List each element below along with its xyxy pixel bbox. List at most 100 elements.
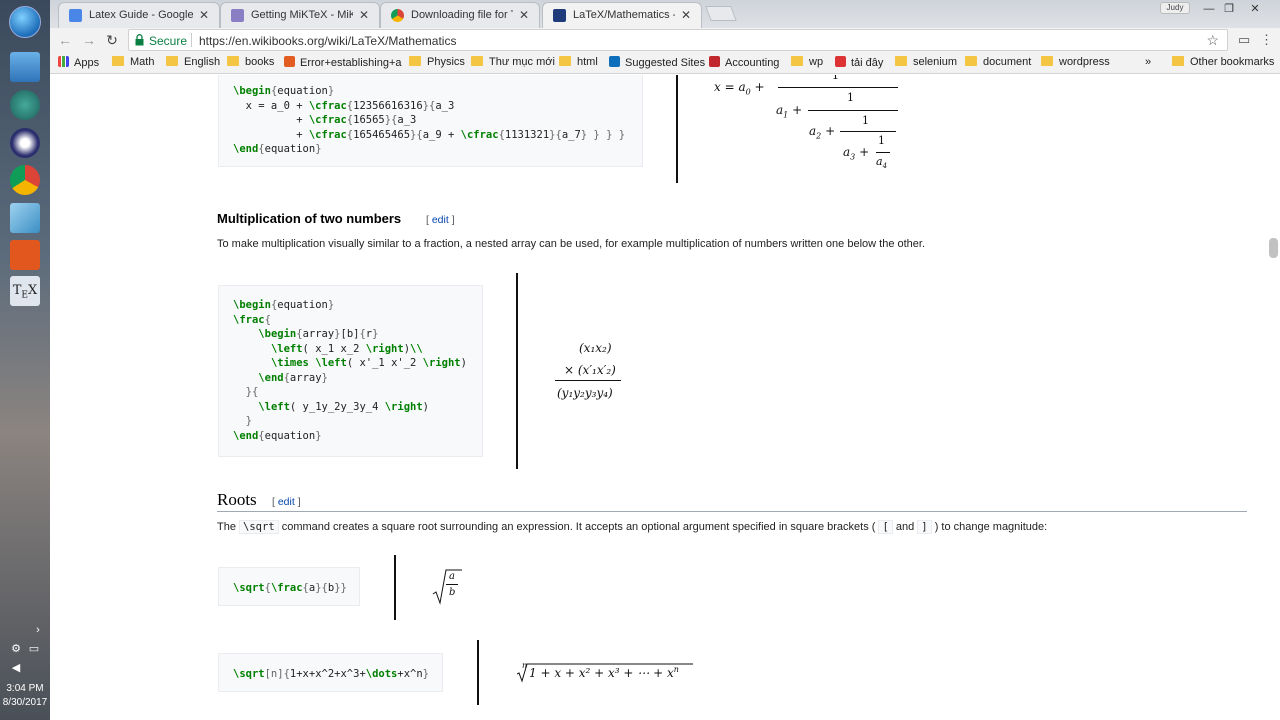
tab-title: Getting MiKTeX - MiKTeX <box>251 9 353 21</box>
bookmark-selenium[interactable]: selenium <box>895 56 957 68</box>
file-explorer-icon[interactable] <box>10 52 40 82</box>
bookmark-wp[interactable]: wp <box>791 56 823 68</box>
menu-icon[interactable]: ⋮ <box>1260 32 1273 48</box>
show-hidden-icons-icon[interactable]: › <box>32 624 44 636</box>
tab-title: Latex Guide - Google Tài <box>89 9 193 21</box>
bookmark-label: document <box>983 56 1032 68</box>
restore-icon[interactable]: ❐ <box>1220 2 1238 16</box>
eclipse-icon[interactable] <box>10 128 40 158</box>
download-site-icon <box>835 56 846 67</box>
bookmark-label: tải đây <box>851 57 884 69</box>
address-bar[interactable]: Secure https://en.wikibooks.org/wiki/LaT… <box>128 29 1228 51</box>
forward-arrow-icon[interactable]: → <box>80 31 98 49</box>
edit-link-roots[interactable]: [ edit ] <box>272 496 301 508</box>
bookmark-other-bookmarks[interactable]: Other bookmarks <box>1172 56 1274 68</box>
browser-toolbar: ← → ↻ Secure https://en.wikibooks.org/wi… <box>50 28 1280 52</box>
display-icon[interactable]: ▭ <box>28 643 40 655</box>
close-tab-icon[interactable]: ✕ <box>359 8 369 22</box>
code-line: \left( x_1 x_2 \right)\\ <box>270 342 423 355</box>
lock-icon <box>135 34 144 46</box>
url-text[interactable]: https://en.wikibooks.org/wiki/LaTeX/Math… <box>199 34 456 48</box>
bookmark-html[interactable]: html <box>559 56 598 68</box>
cast-icon[interactable]: ▭ <box>1238 32 1250 48</box>
volume-icon[interactable]: ◀ <box>10 662 22 674</box>
table-divider <box>516 273 518 469</box>
back-arrow-icon[interactable]: ← <box>56 31 74 49</box>
math-a4: a4 <box>876 155 888 171</box>
network-icon[interactable]: ⚙ <box>10 643 22 655</box>
code-line: \begin{array}[b]{r} <box>258 328 379 340</box>
code-block-sqrt-frac: \sqrt{\frac{a}{b}} <box>218 567 360 606</box>
math-numerator: 1 <box>847 91 854 104</box>
bookmarks-overflow-button[interactable]: » <box>1145 56 1151 68</box>
folder-icon <box>227 56 239 66</box>
bookmark-wordpress[interactable]: wordpress <box>1041 56 1110 68</box>
inline-code: [ <box>878 520 893 534</box>
folder-icon <box>895 56 907 66</box>
fraction-bar <box>555 380 621 381</box>
code-line: \sqrt[n]{1+x+x^2+x^3+\dots+x^n} <box>233 668 429 680</box>
bookmark-apps[interactable]: Apps <box>58 56 99 69</box>
close-tab-icon[interactable]: ✕ <box>199 8 209 22</box>
bookmark-thu-muc-moi[interactable]: Thư mục mới <box>471 56 555 68</box>
chrome-window: Latex Guide - Google Tài ✕ Getting MiKTe… <box>50 0 1280 720</box>
code-line: }{ <box>245 386 259 398</box>
code-line: \left( y_1y_2y_3y_4 \right) <box>258 400 429 413</box>
bookmark-label: Apps <box>74 57 100 69</box>
close-window-icon[interactable]: ✕ <box>1246 2 1264 16</box>
code-line: + \cfrac{16565}{a_3 <box>233 114 417 126</box>
code-block-multiplication: \begin{equation} \frac{ \begin{array}[b]… <box>218 285 483 457</box>
bookmark-accounting[interactable]: Accounting <box>709 56 779 69</box>
clock-time[interactable]: 3:04 PM <box>0 683 50 694</box>
bookmark-label: Suggested Sites <box>625 57 706 69</box>
math-denominator: (y₁y₂y₃y₄) <box>557 386 613 400</box>
edit-link-multiplication[interactable]: [ edit ] <box>426 214 455 226</box>
bookmark-error-establishing[interactable]: Error+establishing+a <box>284 56 402 69</box>
close-tab-icon[interactable]: ✕ <box>681 8 691 22</box>
bookmark-physics[interactable]: Physics <box>409 56 465 68</box>
bookmark-label: English <box>184 56 221 68</box>
math-radicand: 1 + x + x² + x³ + ⋯ + xn <box>529 665 679 680</box>
tex-app-icon[interactable]: TEX <box>10 276 40 306</box>
folder-icon <box>791 56 803 66</box>
tab-latex-mathematics[interactable]: LaTeX/Mathematics - Wi ✕ <box>542 2 702 28</box>
apps-grid-icon <box>58 56 69 67</box>
bookmark-suggested-sites[interactable]: Suggested Sites <box>609 56 705 69</box>
omnibox-separator <box>191 33 192 47</box>
bookmark-books[interactable]: books <box>227 56 274 68</box>
edit-link-text[interactable]: edit <box>432 214 449 226</box>
tab-latex-guide[interactable]: Latex Guide - Google Tài ✕ <box>58 2 220 28</box>
bookmark-math[interactable]: Math <box>112 56 154 68</box>
paint-app-icon[interactable] <box>10 240 40 270</box>
tab-getting-miktex[interactable]: Getting MiKTeX - MiKTeX ✕ <box>220 2 380 28</box>
table-divider <box>394 555 396 620</box>
bookmark-label: selenium <box>913 56 958 68</box>
bookmark-label: Thư mục mới <box>489 56 555 68</box>
math-numerator: 1 <box>832 75 839 82</box>
chrome-icon[interactable] <box>10 165 40 195</box>
code-line: \end{equation} <box>233 143 322 155</box>
chat-app-icon[interactable] <box>10 90 40 120</box>
fraction-bar <box>876 152 890 153</box>
bookmark-tai-day[interactable]: tải đây <box>835 56 883 69</box>
tab-downloading-file[interactable]: Downloading file for Tex ✕ <box>380 2 540 28</box>
bookmark-english[interactable]: English <box>166 56 220 68</box>
scrollbar-thumb[interactable] <box>1269 238 1278 258</box>
math-a1: a1 + <box>776 103 803 120</box>
reload-icon[interactable]: ↻ <box>103 31 121 49</box>
clock-date[interactable]: 8/30/2017 <box>0 697 50 708</box>
google-drive-icon <box>391 9 404 22</box>
minimize-icon[interactable]: — <box>1200 2 1218 16</box>
bookmark-document[interactable]: document <box>965 56 1031 68</box>
bookmark-star-icon[interactable]: ☆ <box>1206 32 1219 49</box>
edit-link-text[interactable]: edit <box>278 496 295 508</box>
windows-start-button[interactable] <box>9 6 41 38</box>
notes-app-icon[interactable] <box>10 203 40 233</box>
math-a3: a3 + <box>843 145 870 162</box>
accounting-site-icon <box>709 56 720 67</box>
new-tab-button[interactable] <box>705 6 737 21</box>
google-docs-icon <box>69 9 82 22</box>
profile-button[interactable]: Judy <box>1160 2 1190 14</box>
close-tab-icon[interactable]: ✕ <box>519 8 529 22</box>
code-line: \end{array} <box>258 371 328 384</box>
